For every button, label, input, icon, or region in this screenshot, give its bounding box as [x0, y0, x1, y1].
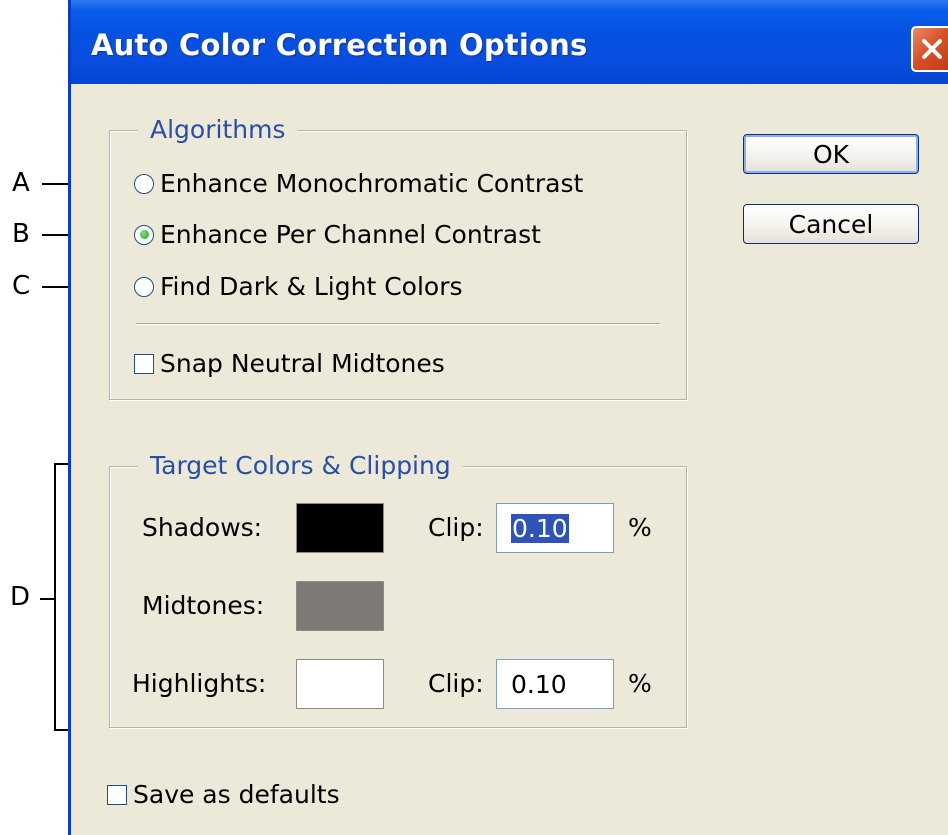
radio-monochromatic[interactable]: Enhance Monochromatic Contrast — [134, 169, 583, 198]
callout-a: A — [12, 168, 30, 198]
shadows-color-swatch[interactable] — [296, 503, 384, 553]
save-as-defaults-checkbox[interactable]: Save as defaults — [107, 780, 340, 809]
highlights-label: Highlights: — [132, 669, 267, 698]
radio-dark-light[interactable]: Find Dark & Light Colors — [134, 272, 463, 301]
radio-button[interactable] — [134, 173, 154, 194]
algorithms-legend: Algorithms — [138, 111, 298, 149]
checkbox-box[interactable] — [134, 353, 154, 374]
radio-button[interactable] — [134, 276, 154, 297]
close-icon — [922, 39, 942, 59]
shadows-clip-unit: % — [628, 513, 652, 542]
midtones-label: Midtones: — [142, 591, 265, 620]
checkbox-label: Save as defaults — [133, 780, 340, 809]
target-colors-legend: Target Colors & Clipping — [138, 447, 463, 485]
highlights-clip-unit: % — [628, 669, 652, 698]
radio-label: Find Dark & Light Colors — [160, 272, 463, 301]
highlights-color-swatch[interactable] — [296, 659, 384, 709]
window-title: Auto Color Correction Options — [91, 28, 588, 62]
close-button[interactable] — [911, 26, 948, 72]
highlights-clip-value: 0.10 — [511, 669, 567, 699]
ok-button[interactable]: OK — [743, 134, 919, 174]
highlights-clip-input[interactable]: 0.10 — [496, 659, 614, 709]
shadows-clip-value: 0.10 — [511, 513, 569, 543]
cancel-button[interactable]: Cancel — [743, 204, 919, 244]
title-bar[interactable]: Auto Color Correction Options — [71, 0, 948, 84]
snap-neutral-midtones-checkbox[interactable]: Snap Neutral Midtones — [134, 349, 445, 378]
checkbox-box[interactable] — [107, 784, 127, 805]
callout-d: D — [10, 582, 31, 612]
radio-label: Enhance Monochromatic Contrast — [160, 169, 584, 198]
callout-c: C — [12, 271, 31, 301]
checkbox-label: Snap Neutral Midtones — [160, 349, 445, 378]
dialog-client-area: Algorithms Enhance Monochromatic Contras… — [71, 84, 948, 835]
highlights-clip-label: Clip: — [428, 669, 484, 698]
radio-selected-dot — [139, 230, 149, 239]
shadows-clip-label: Clip: — [428, 513, 484, 542]
radio-button-selected[interactable] — [134, 224, 154, 245]
target-colors-group: Target Colors & Clipping Shadows: Clip: … — [109, 447, 687, 728]
radio-per-channel[interactable]: Enhance Per Channel Contrast — [134, 220, 541, 249]
callout-b: B — [12, 219, 30, 249]
algorithms-group: Algorithms Enhance Monochromatic Contras… — [109, 111, 687, 400]
midtones-color-swatch[interactable] — [296, 581, 384, 631]
shadows-clip-input[interactable]: 0.10 — [496, 503, 614, 553]
radio-label: Enhance Per Channel Contrast — [160, 220, 541, 249]
callout-d-line — [40, 598, 54, 600]
dialog-window: Auto Color Correction Options Algorithms… — [68, 0, 948, 835]
shadows-label: Shadows: — [142, 513, 263, 542]
algorithms-separator — [136, 323, 660, 324]
